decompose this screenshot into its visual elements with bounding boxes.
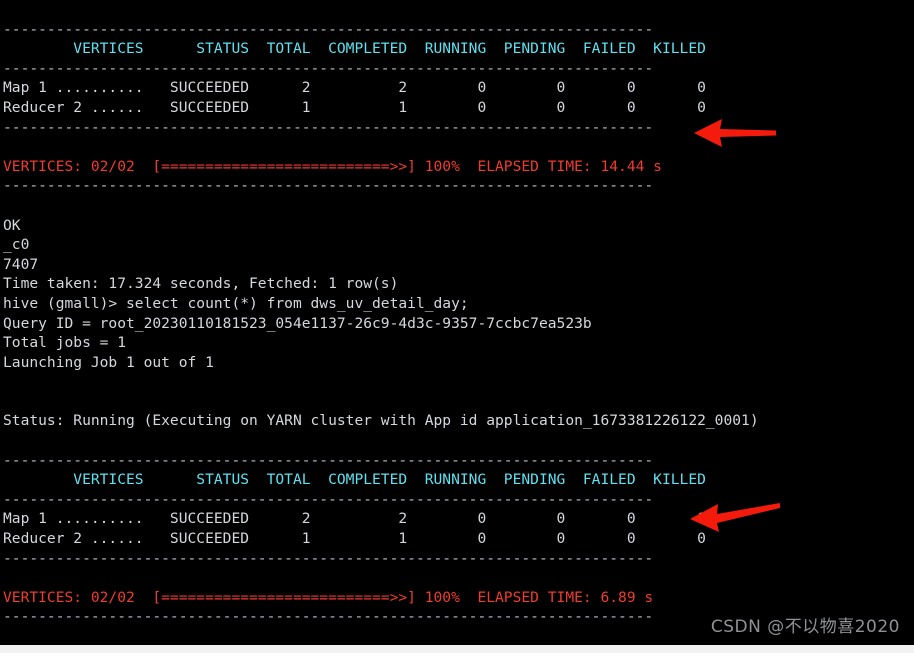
result-column-job1: _c0 bbox=[3, 236, 30, 254]
terminal-window[interactable]: ----------------------------------------… bbox=[0, 0, 914, 653]
table-row: Reducer 2 ...... SUCCEEDED 1 1 0 0 0 0 bbox=[3, 530, 706, 548]
bottom-strip bbox=[0, 645, 914, 653]
total-jobs-line: Total jobs = 1 bbox=[3, 334, 127, 352]
result-time-job1: Time taken: 17.324 seconds, Fetched: 1 r… bbox=[3, 275, 399, 293]
separator-header-job1: ----------------------------------------… bbox=[3, 59, 654, 77]
progress-summary-job1: VERTICES: 02/02 [=======================… bbox=[3, 157, 662, 175]
result-value-job1: 7407 bbox=[3, 255, 39, 273]
table-header-job2: VERTICES STATUS TOTAL COMPLETED RUNNING … bbox=[3, 471, 706, 489]
separator-bottom-job1: ----------------------------------------… bbox=[3, 177, 654, 195]
separator-top-job2: ----------------------------------------… bbox=[3, 451, 654, 469]
separator-header-job2: ----------------------------------------… bbox=[3, 490, 654, 508]
separator-rows-job1: ----------------------------------------… bbox=[3, 118, 654, 136]
table-row: Map 1 .......... SUCCEEDED 2 2 0 0 0 0 bbox=[3, 79, 706, 97]
command-prompt-line[interactable]: hive (gmall)> select count(*) from dws_u… bbox=[0, 294, 914, 314]
table-row: Map 1 .......... SUCCEEDED 2 2 0 0 0 0 bbox=[3, 510, 706, 528]
table-header-job1: VERTICES STATUS TOTAL COMPLETED RUNNING … bbox=[3, 40, 706, 58]
query-id-line: Query ID = root_20230110181523_054e1137-… bbox=[3, 314, 592, 332]
terminal-screen[interactable]: ----------------------------------------… bbox=[0, 0, 914, 653]
launching-job-line: Launching Job 1 out of 1 bbox=[3, 353, 214, 371]
status-running-line: Status: Running (Executing on YARN clust… bbox=[3, 412, 759, 430]
separator-rows-job2: ----------------------------------------… bbox=[3, 549, 654, 567]
separator-top-job1: ----------------------------------------… bbox=[3, 20, 654, 38]
csdn-watermark: CSDN @不以物喜2020 bbox=[710, 617, 900, 637]
table-row: Reducer 2 ...... SUCCEEDED 1 1 0 0 0 0 bbox=[3, 98, 706, 116]
result-ok-job1: OK bbox=[3, 216, 21, 234]
progress-summary-job2: VERTICES: 02/02 [=======================… bbox=[3, 588, 654, 606]
